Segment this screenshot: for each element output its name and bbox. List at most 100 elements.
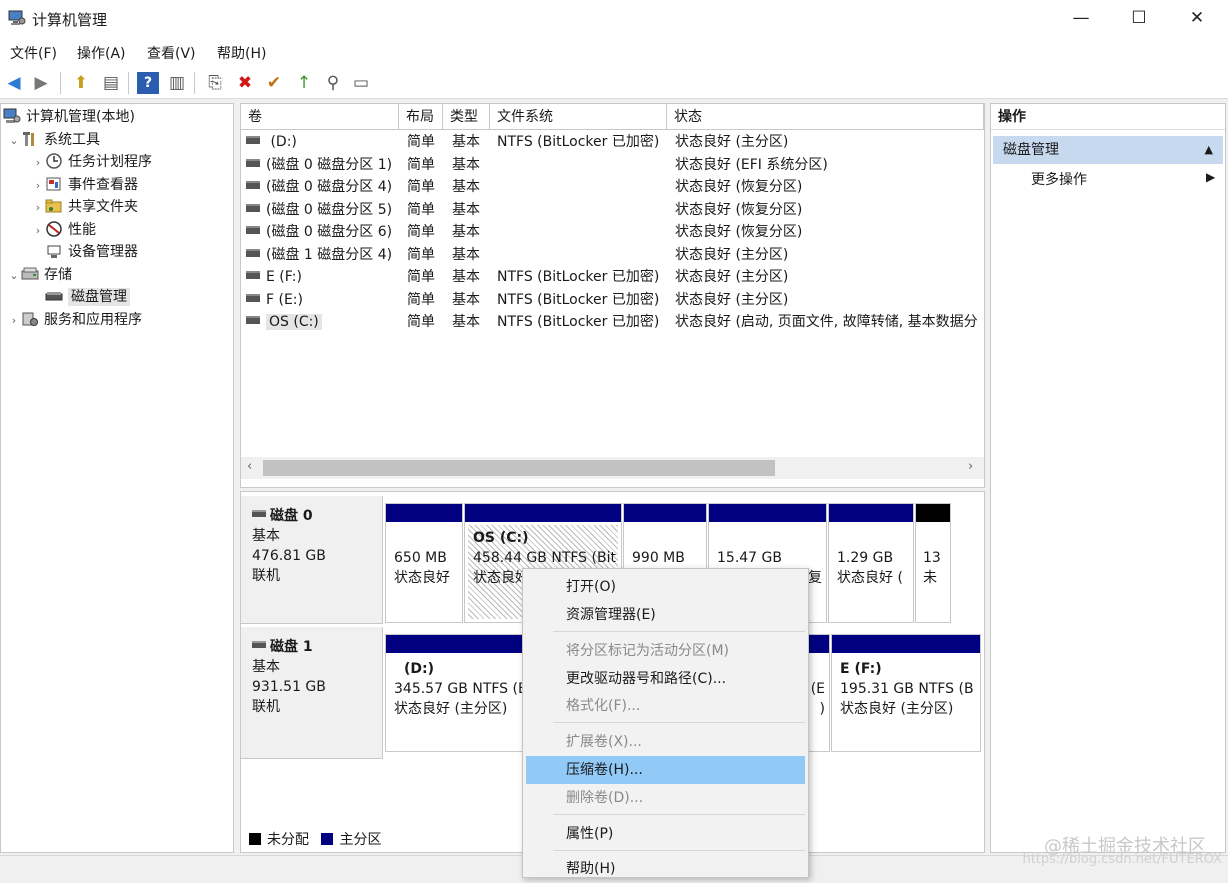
tree-item-shared-folders[interactable]: › 共享文件夹 (31, 196, 138, 218)
column-header-filesystem[interactable]: 文件系统 (490, 104, 667, 130)
tree-item-event-viewer[interactable]: › 事件查看器 (31, 174, 138, 196)
partition-e-f[interactable]: E (F:) 195.31 GB NTFS (B 状态良好 (主分区) (831, 634, 981, 752)
up-folder-icon[interactable]: ⬆ (70, 72, 92, 94)
menu-file[interactable]: 文件(F) (10, 43, 57, 63)
search-icon[interactable]: ⚲ (322, 72, 344, 94)
menu-action[interactable]: 操作(A) (77, 43, 126, 63)
status-cell: 状态良好 (启动, 页面文件, 故障转储, 基本数据分 (675, 314, 978, 330)
actions-header: 操作 (991, 104, 1225, 130)
legend-primary: 主分区 (321, 832, 381, 848)
table-row[interactable]: OS (C:) 简单 基本 NTFS (BitLocker 已加密) 状态良好 … (241, 311, 984, 334)
context-properties[interactable]: 属性(P) (526, 820, 805, 848)
status-cell: 状态良好 (主分区) (675, 246, 789, 263)
view-icon[interactable]: ▥ (166, 72, 188, 94)
chevron-right-icon[interactable]: › (7, 310, 21, 332)
menu-view[interactable]: 查看(V) (147, 43, 196, 63)
table-row[interactable]: (磁盘 0 磁盘分区 1) 简单 基本 状态良好 (EFI 系统分区) (241, 154, 984, 177)
type-cell: 基本 (452, 156, 480, 173)
tree-item-disk-management[interactable]: 磁盘管理 (45, 286, 130, 308)
table-row[interactable]: (磁盘 0 磁盘分区 4) 简单 基本 状态良好 (恢复分区) (241, 176, 984, 199)
maximize-button[interactable]: ☐ (1110, 0, 1168, 38)
export-icon[interactable]: ↑ (293, 72, 315, 94)
chevron-right-icon[interactable]: › (31, 197, 45, 219)
context-open[interactable]: 打开(O) (526, 573, 805, 601)
tree-item-performance[interactable]: › 性能 (31, 219, 96, 241)
tree-item-root[interactable]: 计算机管理(本地) (3, 106, 135, 128)
connect-icon[interactable]: ⎘ (204, 72, 226, 94)
properties-icon[interactable]: ✔ (263, 72, 285, 94)
tree-item-services[interactable]: › 服务和应用程序 (7, 309, 142, 331)
status-cell: 状态良好 (主分区) (675, 134, 789, 150)
tree-item-device-manager[interactable]: 设备管理器 (45, 241, 138, 263)
partition[interactable]: 1.29 GB 状态良好 ( (828, 503, 914, 623)
more-actions[interactable]: 更多操作 (1031, 168, 1087, 192)
context-delete[interactable]: 删除卷(D)... (526, 784, 805, 812)
context-format[interactable]: 格式化(F)... (526, 692, 805, 720)
layout-cell: 简单 (407, 269, 435, 285)
collapse-up-icon[interactable]: ▲ (1205, 136, 1213, 164)
partition-d[interactable]: (D:) 345.57 GB NTFS (E 状态良好 (主分区) (385, 634, 545, 752)
options-icon[interactable]: ▭ (350, 72, 372, 94)
layout-cell: 简单 (407, 246, 435, 263)
shared-folder-icon (45, 199, 62, 213)
column-header-type[interactable]: 类型 (443, 104, 490, 130)
context-help[interactable]: 帮助(H) (526, 855, 805, 883)
context-mark-active[interactable]: 将分区标记为活动分区(M) (526, 637, 805, 665)
close-button[interactable]: ✕ (1168, 0, 1226, 38)
column-header-layout[interactable]: 布局 (399, 104, 443, 130)
forward-arrow-icon[interactable]: ▶ (30, 72, 52, 94)
column-header-volume[interactable]: 卷 (241, 104, 399, 130)
context-extend[interactable]: 扩展卷(X)... (526, 728, 805, 756)
tree-item-system-tools[interactable]: ⌄ 系统工具 (7, 129, 100, 151)
table-row[interactable]: (磁盘 0 磁盘分区 5) 简单 基本 状态良好 (恢复分区) (241, 199, 984, 222)
legend-swatch (249, 833, 261, 845)
back-arrow-icon[interactable]: ◀ (3, 72, 25, 94)
partition-text: 650 MB 状态良好 (394, 550, 450, 586)
scrollbar-thumb[interactable] (263, 460, 775, 476)
context-explorer[interactable]: 资源管理器(E) (526, 601, 805, 629)
filesystem-cell: NTFS (BitLocker 已加密) (497, 269, 660, 285)
chevron-right-icon[interactable]: › (31, 220, 45, 242)
table-row[interactable]: (磁盘 0 磁盘分区 6) 简单 基本 状态良好 (恢复分区) (241, 221, 984, 244)
volume-name-cell: OS (C:) (246, 311, 322, 333)
table-row[interactable]: E (F:) 简单 基本 NTFS (BitLocker 已加密) 状态良好 (… (241, 266, 984, 289)
chevron-right-icon[interactable]: › (31, 152, 45, 174)
disk-size: 931.51 GB (252, 679, 326, 695)
horizontal-scrollbar[interactable]: ‹ › (241, 457, 984, 479)
tree-item-task-scheduler[interactable]: › 任务计划程序 (31, 151, 152, 173)
chevron-right-icon[interactable]: › (31, 175, 45, 197)
minimize-button[interactable]: — (1052, 0, 1110, 38)
layout-cell: 简单 (407, 156, 435, 173)
scroll-left-icon[interactable]: ‹ (247, 459, 252, 474)
context-shrink[interactable]: 压缩卷(H)... (526, 756, 805, 784)
layout-cell: 简单 (407, 291, 435, 308)
unallocated-partition[interactable]: 13 未 (915, 503, 951, 623)
delete-icon[interactable]: ✖ (234, 72, 256, 94)
column-header-status[interactable]: 状态 (667, 104, 984, 130)
disk-1-info[interactable]: 磁盘 1 基本 931.51 GB 联机 (241, 627, 383, 759)
table-row[interactable]: F (E:) 简单 基本 NTFS (BitLocker 已加密) 状态良好 (… (241, 289, 984, 312)
table-row[interactable]: (磁盘 1 磁盘分区 4) 简单 基本 状态良好 (主分区) (241, 244, 984, 267)
table-row[interactable]: (D:) 简单 基本 NTFS (BitLocker 已加密) 状态良好 (主分… (241, 131, 984, 154)
chevron-down-icon[interactable]: ⌄ (7, 265, 21, 287)
navigation-tree: 计算机管理(本地) ⌄ 系统工具 › 任务计划程序 › 事件查看器 › 共享文件夹 › 性… (0, 103, 234, 853)
chevron-down-icon[interactable]: ⌄ (7, 130, 21, 152)
actions-section-disk-management[interactable]: 磁盘管理 ▲ (993, 136, 1223, 164)
help-icon[interactable]: ? (137, 72, 159, 94)
layout-cell: 简单 (407, 201, 435, 218)
scroll-right-icon[interactable]: › (968, 459, 973, 474)
context-change-letter[interactable]: 更改驱动器号和路径(C)... (526, 665, 805, 693)
disk-state: 联机 (252, 568, 280, 584)
clock-icon (46, 153, 62, 169)
show-hide-tree-icon[interactable]: ▤ (100, 72, 122, 94)
volume-name: (磁盘 0 磁盘分区 1) (266, 156, 393, 173)
tree-item-storage[interactable]: ⌄ 存储 (7, 264, 72, 286)
partition[interactable]: 650 MB 状态良好 (385, 503, 463, 623)
type-cell: 基本 (452, 201, 480, 218)
volume-icon (246, 136, 260, 144)
layout-cell: 简单 (407, 224, 435, 240)
disk-0-info[interactable]: 磁盘 0 基本 476.81 GB 联机 (241, 496, 383, 624)
menu-help[interactable]: 帮助(H) (217, 43, 266, 63)
disk-name: 磁盘 1 (252, 637, 382, 657)
toolbar-separator (60, 72, 61, 94)
